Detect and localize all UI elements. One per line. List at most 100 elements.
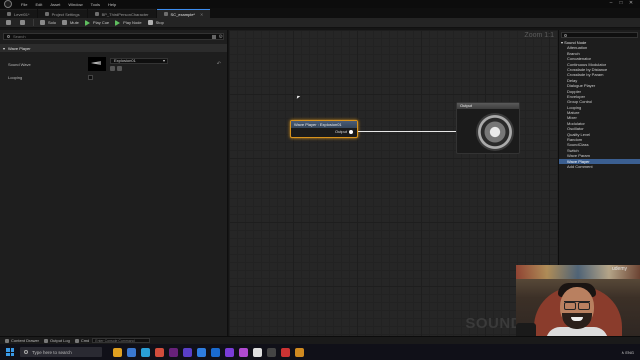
menu-file[interactable]: File <box>21 2 27 7</box>
mute-icon <box>62 20 68 25</box>
taskbar-app-icon[interactable] <box>295 347 304 357</box>
play-cue-button[interactable]: Play Cue <box>84 19 109 26</box>
tab-project-settings[interactable]: Project Settings <box>37 9 87 18</box>
output-pin[interactable] <box>349 129 353 134</box>
taskbar-app-icon[interactable] <box>169 347 178 357</box>
browse-asset-icon[interactable] <box>110 65 115 71</box>
taskbar-app-icon[interactable] <box>113 347 122 357</box>
gear-icon[interactable]: ⚙ <box>219 34 223 40</box>
title-bar: File Edit Asset Window Tools Help – □ ✕ <box>0 0 640 8</box>
stop-button[interactable]: Stop <box>147 20 164 25</box>
output-log-button[interactable]: Output Log <box>44 338 70 343</box>
taskbar-search-placeholder: Type here to search <box>32 349 72 355</box>
mute-label: Mute <box>70 20 79 25</box>
connection-wire[interactable] <box>358 131 461 132</box>
details-search-input[interactable] <box>12 34 208 39</box>
taskbar-app-icon[interactable] <box>225 347 234 357</box>
asset-buttons <box>110 65 168 71</box>
category-header[interactable]: ▾ Wave Player <box>0 44 227 52</box>
close-icon[interactable]: ✕ <box>626 0 636 6</box>
details-search: ⚙ <box>3 33 224 40</box>
wave-player-node[interactable]: Wave Player : Explosion01 Output <box>290 120 358 138</box>
output-node[interactable]: Output <box>456 102 520 154</box>
reset-arrow-icon[interactable]: ↶ <box>217 61 221 67</box>
play-icon <box>115 19 121 26</box>
play-node-label: Play Node <box>123 20 142 25</box>
sound-cue-graph[interactable]: Zoom 1:1 Wave Player : Explosion01 Outpu… <box>229 30 558 336</box>
tab-label: SC_example* <box>170 11 195 17</box>
menu-asset[interactable]: Asset <box>50 2 60 7</box>
menu-edit[interactable]: Edit <box>35 2 42 7</box>
looping-row: Looping <box>0 72 227 82</box>
level-icon <box>7 12 11 16</box>
chevron-down-icon: ▾ <box>162 58 165 63</box>
sound-wave-thumbnail[interactable] <box>88 57 106 71</box>
tab-level01[interactable]: Level01* <box>0 9 37 18</box>
menu-tools[interactable]: Tools <box>91 2 100 7</box>
cmd-icon <box>74 338 79 343</box>
category-title: Wave Player <box>8 45 31 51</box>
sound-wave-dropdown[interactable]: Explosion01 ▾ <box>110 57 168 64</box>
palette-item-add-comment[interactable]: Add Comment <box>559 164 640 169</box>
menu-window[interactable]: Window <box>68 2 82 7</box>
save-icon <box>6 20 11 25</box>
solo-button[interactable]: Solo <box>40 20 56 25</box>
solo-icon <box>40 20 45 25</box>
use-selected-icon[interactable] <box>117 65 122 71</box>
wave-player-node-title: Wave Player : Explosion01 <box>291 121 357 128</box>
speaker-icon <box>476 113 514 151</box>
tab-sc-example[interactable]: SC_example* ✕ <box>156 9 211 18</box>
play-node-button[interactable]: Play Node <box>115 19 142 26</box>
system-tray[interactable]: ∧ ENG <box>621 350 634 355</box>
webcam-overlay <box>516 265 640 347</box>
taskbar-app-icon[interactable] <box>183 347 192 357</box>
minimize-icon[interactable]: – <box>606 0 616 6</box>
save-button[interactable] <box>6 20 14 25</box>
console-command-input[interactable] <box>92 338 151 343</box>
view-options-icon[interactable] <box>211 34 216 39</box>
browse-button[interactable] <box>20 20 28 25</box>
taskbar-app-icon[interactable] <box>281 347 290 357</box>
tab-label: BP_ThirdPersonCharacter <box>101 11 149 17</box>
output-pin-row: Output <box>335 129 353 134</box>
taskbar-search[interactable]: Type here to search <box>20 347 102 357</box>
palette-search-input[interactable] <box>569 32 629 38</box>
taskbar-app-icon[interactable] <box>239 347 248 357</box>
unreal-logo-icon[interactable] <box>4 0 12 8</box>
stop-icon <box>147 20 153 25</box>
solo-label: Solo <box>48 20 57 25</box>
taskbar-app-icon[interactable] <box>211 347 220 357</box>
taskbar-app-icon[interactable] <box>141 347 150 357</box>
windows-start-icon[interactable] <box>6 348 14 356</box>
sound-cue-icon <box>163 12 168 16</box>
glasses <box>564 301 590 310</box>
content-drawer-button[interactable]: Content Drawer <box>5 338 39 343</box>
menu-bar: File Edit Asset Window Tools Help <box>21 2 124 7</box>
mute-button[interactable]: Mute <box>62 20 79 25</box>
maximize-icon[interactable]: □ <box>616 0 626 6</box>
sound-wave-value: Explosion01 <box>114 58 136 63</box>
taskbar-app-icon[interactable] <box>267 347 276 357</box>
output-node-title: Output <box>457 103 519 109</box>
stop-label: Stop <box>155 20 164 25</box>
output-log-label: Output Log <box>50 338 70 343</box>
zoom-level: Zoom 1:1 <box>524 32 554 39</box>
taskbar-app-icon[interactable] <box>197 347 206 357</box>
taskbar-apps <box>108 347 304 357</box>
cmd-dropdown[interactable]: Cmd <box>74 338 89 343</box>
content-drawer-icon <box>5 338 9 343</box>
toolbar-separator <box>33 19 34 26</box>
taskbar-app-icon[interactable] <box>155 347 164 357</box>
search-icon <box>564 33 567 37</box>
search-icon <box>24 350 28 354</box>
taskbar-app-icon[interactable] <box>253 347 262 357</box>
palette-category-label: Sound Node <box>564 40 587 45</box>
sound-wave-label: Sound Wave <box>8 61 31 67</box>
asset-picker: Explosion01 ▾ <box>110 57 168 71</box>
looping-checkbox[interactable] <box>88 74 93 80</box>
close-tab-icon[interactable]: ✕ <box>200 12 203 17</box>
tab-bp-thirdpersoncharacter[interactable]: BP_ThirdPersonCharacter <box>87 9 156 18</box>
udemy-logo: udemy <box>612 266 628 272</box>
taskbar-app-icon[interactable] <box>127 347 136 357</box>
menu-help[interactable]: Help <box>108 2 116 7</box>
